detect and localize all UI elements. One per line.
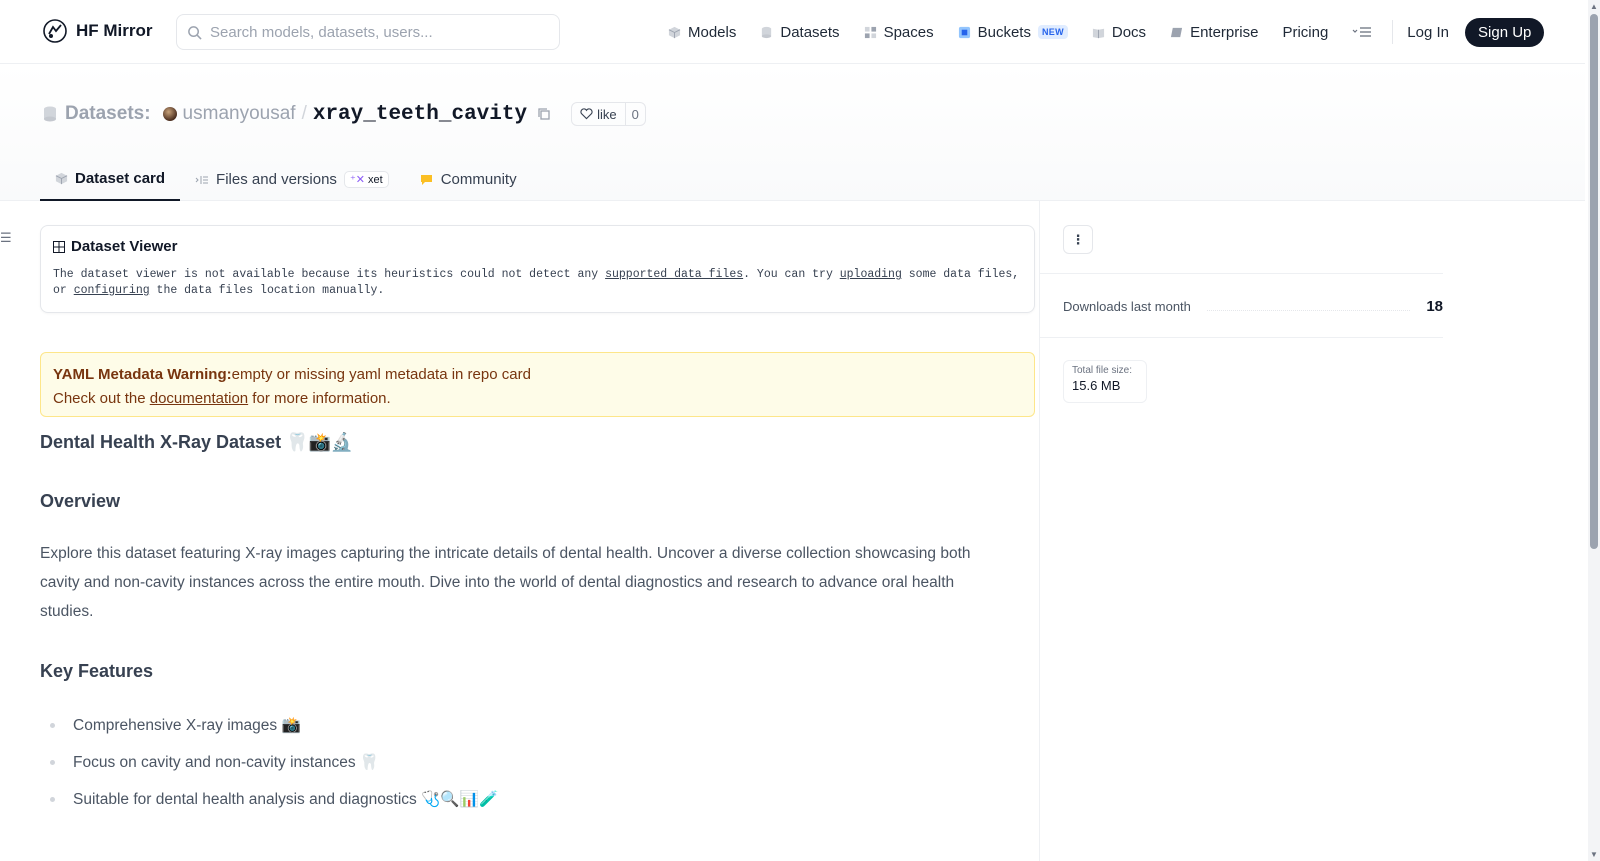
list-item: Focus on cavity and non-cavity instances… <box>50 744 498 781</box>
main-nav: Models Datasets Spaces Buckets NEW Docs … <box>668 16 1545 48</box>
documentation-link[interactable]: documentation <box>150 390 248 407</box>
repo-title: Datasets: usmanyousaf / xray_teeth_cavit… <box>43 102 646 126</box>
cube-icon <box>55 172 68 185</box>
repo-separator: / <box>301 103 307 124</box>
repo-tabs: Dataset card Files and versions ⁺✕ xet C… <box>40 158 532 201</box>
configuring-link[interactable]: configuring <box>74 284 150 297</box>
sidebar-toggle[interactable]: ☰ <box>0 230 12 246</box>
downloads-label: Downloads last month <box>1063 299 1191 314</box>
viewer-title: Dataset Viewer <box>71 238 178 255</box>
brand-logo[interactable]: HF Mirror <box>42 18 153 44</box>
overview-text: Explore this dataset featuring X-ray ima… <box>40 545 971 620</box>
viewer-message: The dataset viewer is not available beca… <box>53 268 1020 297</box>
brand-name: HF Mirror <box>76 21 153 40</box>
xet-badge: ⁺✕ xet <box>343 171 389 188</box>
search-input[interactable] <box>210 23 540 41</box>
database-icon <box>44 106 56 122</box>
briefcase-icon <box>1170 27 1183 37</box>
cube-icon <box>668 26 681 38</box>
files-icon <box>195 175 209 184</box>
nav-enterprise[interactable]: Enterprise <box>1170 16 1258 48</box>
menu-more-icon <box>1352 27 1372 37</box>
file-size-value: 15.6 MB <box>1072 378 1121 393</box>
overview-heading: Overview <box>40 491 121 511</box>
downloads-value: 18 <box>1426 298 1443 315</box>
owner-avatar[interactable] <box>162 107 177 121</box>
like-button[interactable]: like 0 <box>571 102 646 126</box>
uploading-link[interactable]: uploading <box>840 268 902 281</box>
database-icon <box>762 26 772 38</box>
tab-community[interactable]: Community <box>404 158 532 201</box>
nav-models[interactable]: Models <box>668 16 736 48</box>
list-item: Suitable for dental health analysis and … <box>50 781 498 818</box>
file-size-card: Total file size: 15.6 MB <box>1063 360 1147 403</box>
dataset-viewer-box: Dataset Viewer The dataset viewer is not… <box>40 225 1035 313</box>
mirror-logo-icon <box>43 19 67 43</box>
warning-text: empty or missing yaml metadata in repo c… <box>231 366 531 383</box>
nav-datasets[interactable]: Datasets <box>760 16 840 48</box>
tab-files-and-versions[interactable]: Files and versions ⁺✕ xet <box>180 158 404 201</box>
search-icon <box>188 25 202 40</box>
downloads-stat: Downloads last month 18 <box>1063 298 1443 315</box>
heart-icon <box>580 108 593 120</box>
kebab-icon: ⋮ <box>1071 231 1085 247</box>
search-box[interactable] <box>176 14 560 50</box>
nav-more-menu[interactable] <box>1352 16 1372 48</box>
key-features-heading: Key Features <box>40 661 154 681</box>
book-icon <box>1092 28 1104 38</box>
sidebar-divider <box>1039 201 1040 861</box>
repo-owner[interactable]: usmanyousaf <box>183 103 296 125</box>
grid-icon <box>864 26 876 38</box>
nav-pricing[interactable]: Pricing <box>1282 16 1328 48</box>
file-size-label: Total file size: <box>1072 365 1133 376</box>
nav-divider <box>1392 20 1394 44</box>
card-title: Dental Health X-Ray Dataset 🦷📸🔬 <box>40 432 354 452</box>
new-badge: NEW <box>1037 25 1068 39</box>
bucket-icon <box>958 26 970 38</box>
features-list: Comprehensive X-ray images 📸 Focus on ca… <box>50 707 498 818</box>
scroll-up-icon[interactable]: ▲ <box>1590 2 1598 11</box>
tab-dataset-card[interactable]: Dataset card <box>40 158 181 201</box>
yaml-warning: YAML Metadata Warning:empty or missing y… <box>40 352 1035 417</box>
copy-icon[interactable] <box>537 107 551 121</box>
like-count: 0 <box>624 103 645 125</box>
list-item: Comprehensive X-ray images 📸 <box>50 707 498 744</box>
nav-docs[interactable]: Docs <box>1092 16 1146 48</box>
login-link[interactable]: Log In <box>1407 24 1449 41</box>
scroll-thumb[interactable] <box>1590 14 1598 549</box>
like-label: like <box>597 106 617 122</box>
signup-button[interactable]: Sign Up <box>1465 17 1545 47</box>
nav-spaces[interactable]: Spaces <box>864 16 934 48</box>
repo-kind[interactable]: Datasets: <box>43 103 151 125</box>
chat-bubble-icon <box>420 174 432 185</box>
repo-name[interactable]: xray_teeth_cavity <box>313 103 527 126</box>
more-options-button[interactable]: ⋮ <box>1063 225 1093 254</box>
scroll-down-icon[interactable]: ▼ <box>1590 850 1598 859</box>
supported-data-files-link[interactable]: supported data files <box>605 268 743 281</box>
nav-buckets[interactable]: Buckets NEW <box>958 16 1068 48</box>
table-icon <box>53 240 65 253</box>
warning-title: YAML Metadata Warning: <box>53 366 232 383</box>
top-header: HF Mirror Models Datasets Spaces Buckets… <box>0 0 1585 64</box>
page-scrollbar[interactable]: ▲ ▼ <box>1588 0 1600 861</box>
